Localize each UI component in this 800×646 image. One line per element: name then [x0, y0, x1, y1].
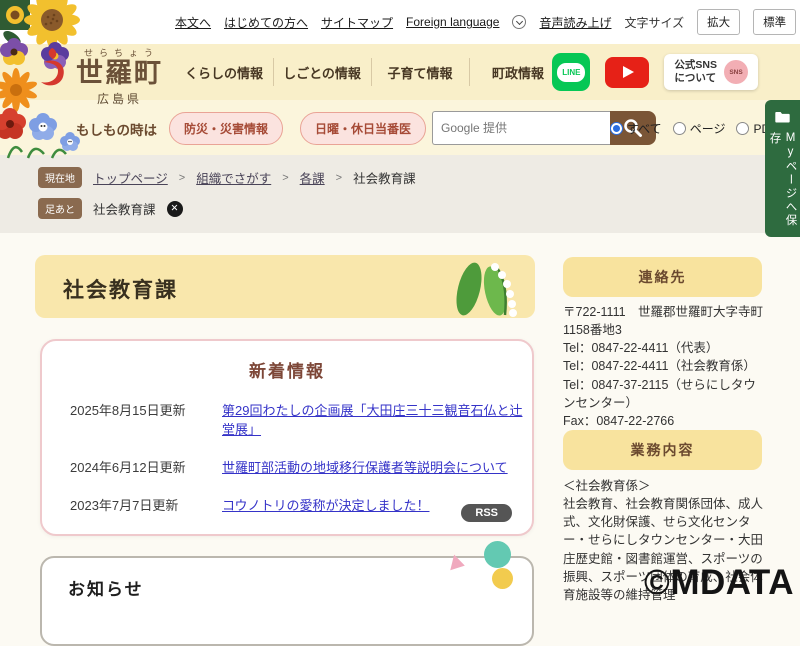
contact-title: 連絡先 [638, 269, 687, 285]
breadcrumb-home-link[interactable]: トップページ [93, 168, 168, 187]
news-link[interactable]: 第29回わたしの企画展「大田庄三十三観音石仏と辻堂展」 [222, 400, 532, 438]
youtube-play-icon [622, 66, 634, 78]
line-icon: LINE [557, 62, 586, 82]
breadcrumb-depts-link[interactable]: 各課 [300, 168, 325, 187]
contact-address: 〒722-1111 世羅郡世羅町大字寺町1158番地3 [563, 305, 764, 338]
folder-icon [775, 111, 790, 123]
news-link[interactable]: 世羅町部活動の地域移行保護者等説明会について [222, 457, 508, 476]
site-logo[interactable]: せらちょう 世羅町 広島県 [36, 46, 163, 107]
page-title-banner: 社会教育課 [35, 255, 535, 318]
search-input[interactable] [432, 111, 610, 145]
news-item: 2024年6月12日更新 世羅町部活動の地域移行保護者等説明会について [70, 457, 532, 476]
breadcrumb-org-link[interactable]: 組織でさがす [196, 168, 271, 187]
town-name: 世羅町 [76, 58, 163, 88]
utility-links: 本文へ はじめての方へ サイトマップ Foreign language 音声読み… [175, 0, 800, 44]
font-size-zoom-button[interactable]: 拡大 [697, 9, 741, 35]
news-link[interactable]: コウノトリの愛称が決定しました！ [222, 495, 429, 514]
breadcrumb: 現在地 トップページ > 組織でさがす > 各課 > 社会教育課 [38, 167, 416, 188]
lily-of-the-valley-icon [456, 262, 517, 317]
skip-to-content-link[interactable]: 本文へ [175, 14, 211, 31]
font-size-standard-button[interactable]: 標準 [753, 9, 797, 35]
sns-badge-icon: SNS [724, 60, 748, 84]
radio-selected-icon [610, 122, 623, 135]
news-section: 新着情報 2025年8月15日更新 第29回わたしの企画展「大田庄三十三観音石仏… [40, 339, 534, 536]
emergency-label: もしもの時は [76, 123, 157, 138]
official-sns-label-line2: について [674, 72, 717, 84]
news-list: 2025年8月15日更新 第29回わたしの企画展「大田庄三十三観音石仏と辻堂展」… [70, 400, 532, 514]
search-scope-page[interactable]: ページ [672, 120, 726, 137]
notice-title: お知らせ [68, 580, 144, 599]
page-title: 社会教育課 [63, 279, 178, 302]
contact-fax: Fax：0847-22-2766 [563, 413, 675, 428]
contact-header: 連絡先 [563, 257, 762, 297]
contact-tel-social-ed: Tel：0847-22-4411（社会教育係） [563, 359, 756, 374]
search-scope-all-label: すべて [627, 122, 662, 136]
current-location-badge: 現在地 [38, 167, 82, 188]
foreign-language-link[interactable]: Foreign language [406, 15, 499, 29]
sitemap-link[interactable]: サイトマップ [321, 14, 393, 31]
nav-work-info[interactable]: しごとの情報 [273, 44, 371, 100]
search-scope-all[interactable]: すべて [610, 120, 662, 137]
duties-header: 業務内容 [563, 430, 762, 470]
breadcrumb-separator: > [178, 171, 186, 184]
disaster-info-button[interactable]: 防災・災害情報 [169, 112, 284, 145]
yellow-circle-decoration [492, 568, 513, 589]
prefecture-name: 広島県 [96, 91, 142, 106]
mypage-save-label: Myページへ保存 [768, 132, 797, 228]
radio-icon [736, 122, 750, 135]
teal-circle-decoration [484, 541, 511, 568]
breadcrumb-current-page: 社会教育課 [353, 172, 416, 186]
town-emblem-icon [41, 48, 64, 86]
official-sns-label-line1: 公式SNS [674, 58, 717, 71]
foreign-language-dropdown-icon[interactable] [512, 15, 527, 29]
footprint-close-icon[interactable]: ✕ [166, 200, 183, 217]
footprint-badge: 足あと [38, 198, 82, 219]
footprint-row: 足あと 社会教育課 ✕ [38, 198, 183, 219]
contact-tel-main: Tel：0847-22-4411（代表） [563, 341, 719, 356]
news-item: 2025年8月15日更新 第29回わたしの企画展「大田庄三十三観音石仏と辻堂展」 [70, 400, 532, 438]
rss-button[interactable]: RSS [461, 504, 512, 522]
footprint-item: 社会教育課 [93, 203, 156, 217]
news-date: 2024年6月12日更新 [70, 460, 186, 475]
breadcrumb-separator: > [282, 171, 289, 184]
news-date: 2025年8月15日更新 [70, 403, 186, 418]
contact-body: 〒722-1111 世羅郡世羅町大字寺町1158番地3 Tel：0847-22-… [563, 303, 765, 449]
official-sns-button[interactable]: 公式SNS について SNS [664, 53, 758, 91]
news-date: 2023年7月7日更新 [70, 498, 179, 513]
search-scope-page-label: ページ [689, 122, 726, 136]
watermark: ©MDATA [644, 563, 794, 602]
nav-childcare-info[interactable]: 子育て情報 [371, 44, 469, 100]
holiday-doctor-button[interactable]: 日曜・休日当番医 [300, 112, 427, 145]
mypage-save-tab[interactable]: Myページへ保存 [765, 100, 800, 237]
voice-reading-link[interactable]: 音声読み上げ [539, 14, 611, 31]
sns-buttons: LINE 公式SNS について SNS [552, 53, 758, 91]
main-navigation: くらしの情報 しごとの情報 子育て情報 町政情報 [175, 44, 567, 100]
search-scope-radios: すべて ページ PDF [610, 120, 777, 137]
line-button[interactable]: LINE [552, 53, 591, 91]
radio-icon [672, 122, 686, 135]
nav-living-info[interactable]: くらしの情報 [175, 44, 273, 100]
youtube-button[interactable] [605, 56, 650, 88]
font-size-label: 文字サイズ [624, 15, 685, 30]
duties-section-label: ＜社会教育係＞ [563, 479, 651, 493]
beginners-guide-link[interactable]: はじめての方へ [224, 14, 308, 31]
contact-tel-town-center: Tel：0847-37-2115（せらにしタウンセンター） [563, 377, 756, 410]
duties-title: 業務内容 [630, 442, 695, 458]
breadcrumb-separator: > [335, 171, 343, 184]
news-title: 新着情報 [249, 362, 325, 381]
